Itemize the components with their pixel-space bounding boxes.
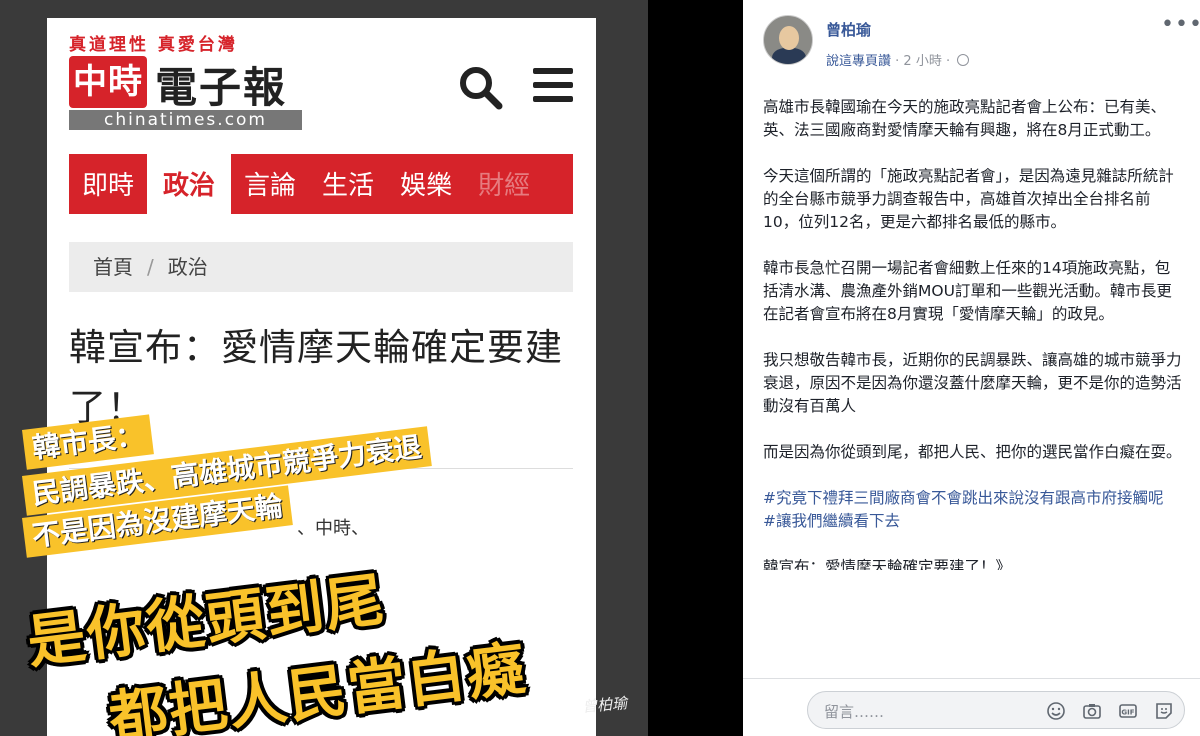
avatar[interactable]	[763, 15, 813, 65]
comment-input[interactable]: 留言…… GIF	[807, 691, 1185, 729]
hashtags: #究竟下禮拜三間廠商會不會跳出來說沒有跟高市府接觸呢 #讓我們繼續看下去	[763, 487, 1183, 533]
hashtag-link[interactable]: #讓我們繼續看下去	[763, 510, 1183, 533]
hamburger-menu-icon	[533, 68, 573, 102]
post-paragraph: 我只想敬告韓市長，近期你的民調暴跌、讓高雄的城市競爭力衰退，原因不是因為你還沒蓋…	[763, 351, 1182, 415]
comment-placeholder: 留言……	[824, 703, 885, 721]
breadcrumb-home: 首頁	[93, 255, 133, 279]
news-nav-item: 即時	[82, 171, 135, 201]
emoji-icon[interactable]	[1046, 701, 1066, 721]
post-image[interactable]: 真道理性 真愛台灣 中時 電子報 chinatimes.com 即時 政治 言論…	[0, 0, 648, 736]
breadcrumb-section: 政治	[167, 255, 208, 279]
post-meta: 說這專頁讚 · 2 小時 ·	[826, 50, 970, 69]
news-nav: 即時 政治 言論 生活 娛樂 財經	[69, 154, 573, 214]
camera-icon[interactable]	[1082, 701, 1102, 721]
sticker-icon[interactable]	[1154, 701, 1174, 721]
globe-icon	[957, 54, 970, 66]
news-slogan: 真道理性 真愛台灣	[69, 35, 238, 55]
news-breadcrumb: 首頁 / 政治	[69, 242, 573, 292]
post-time[interactable]: · 2 小時 ·	[895, 54, 950, 69]
post-paragraph: 高雄市長韓國瑜在今天的施政亮點記者會上公布：已有美、英、法三國廠商對愛情摩天輪有…	[763, 98, 1167, 139]
signature: 曾柏瑜	[581, 694, 628, 716]
gif-icon[interactable]: GIF	[1118, 701, 1138, 721]
post-paragraph: 韓市長急忙召開一場記者會細數上任來的14項施政亮點，包括清水溝、農漁產外銷MOU…	[763, 259, 1172, 323]
post-author[interactable]: 曾柏瑜	[826, 19, 871, 40]
news-byline: 、中時、	[297, 518, 369, 539]
news-logo-domain: chinatimes.com	[69, 110, 302, 130]
comment-bar: 留言…… GIF	[743, 678, 1200, 736]
news-logo-mark: 中時	[69, 56, 147, 108]
post-paragraph: 今天這個所謂的「施政亮點記者會」，是因為遠見雜誌所統計的全台縣市競爭力調查報告中…	[763, 167, 1174, 231]
svg-text:GIF: GIF	[1121, 709, 1134, 717]
news-nav-item: 言論	[244, 171, 297, 201]
search-icon	[460, 67, 503, 110]
news-nav-item: 生活	[322, 171, 375, 201]
news-nav-item: 財經	[478, 171, 531, 201]
more-options-icon[interactable]: •••	[1161, 14, 1200, 36]
news-nav-item-active: 政治	[147, 154, 232, 214]
post-panel: 曾柏瑜 說這專頁讚 · 2 小時 · ••• 高雄市長韓國瑜在今天的施政亮點記者…	[743, 0, 1200, 736]
news-nav-item: 娛樂	[400, 171, 453, 201]
post-body: 高雄市長韓國瑜在今天的施政亮點記者會上公布：已有美、英、法三國廠商對愛情摩天輪有…	[763, 96, 1183, 570]
lightbox-backdrop	[648, 0, 743, 736]
like-page-link[interactable]: 說這專頁讚	[826, 54, 891, 69]
hashtag-link[interactable]: #究竟下禮拜三間廠商會不會跳出來說沒有跟高市府接觸呢	[763, 487, 1183, 510]
post-cut-line: 韓宣布：愛情摩天輪確定要建了！》	[763, 558, 1012, 570]
news-logo-name: 電子報	[155, 63, 288, 112]
post-paragraph: 而是因為你從頭到尾，都把人民、把你的選民當作白癡在耍。	[763, 443, 1182, 461]
screen: 真道理性 真愛台灣 中時 電子報 chinatimes.com 即時 政治 言論…	[0, 0, 1200, 736]
